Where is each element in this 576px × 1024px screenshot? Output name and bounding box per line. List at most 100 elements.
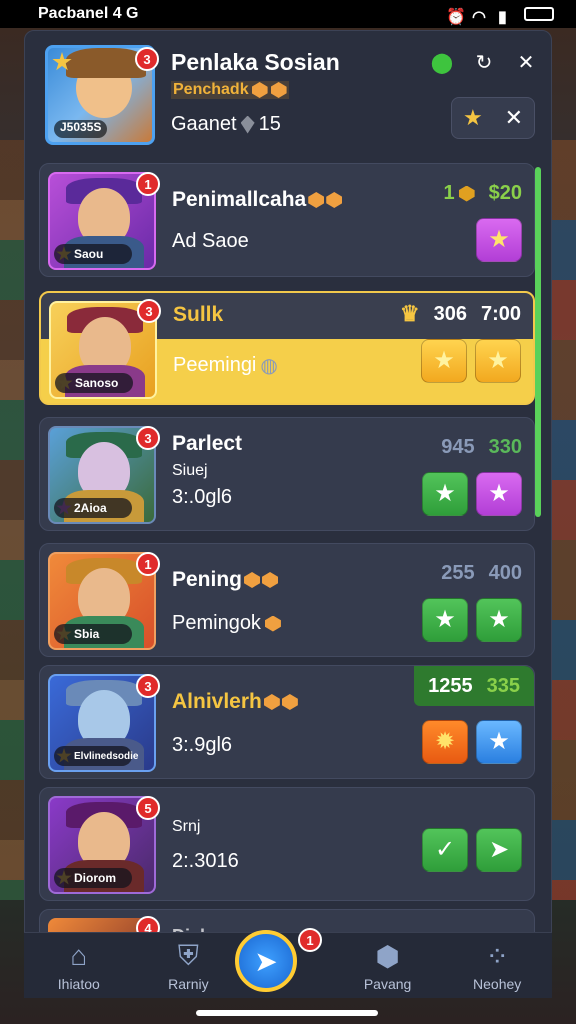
send-button[interactable]: ➤ bbox=[235, 930, 297, 992]
list-item[interactable]: Sbia 1 Pening Pemingok 255 400 ★ ★ bbox=[39, 543, 535, 657]
stat-price: $20 bbox=[488, 182, 522, 204]
medal-icon bbox=[270, 82, 287, 98]
list-item[interactable]: Elvlinedsodie 3 Alnivlerh 3:.9gl6 1255 3… bbox=[39, 665, 535, 779]
medal-icon bbox=[326, 192, 343, 208]
home-indicator[interactable] bbox=[196, 1010, 378, 1016]
send-icon: ➤ bbox=[254, 945, 278, 977]
list-item[interactable]: Saou 1 Penimallcaha Ad Saoe 1 $20 ★ bbox=[39, 163, 535, 277]
profile-rank-label: Penchadk bbox=[173, 81, 249, 98]
player-status: Ad Saoe bbox=[172, 230, 249, 252]
list-item[interactable]: 2Aioa 3 Parlect Siuej 3:.0gl6 945 330 ★ … bbox=[39, 417, 535, 531]
gem-icon bbox=[240, 115, 255, 134]
alarm-icon: ⏰ bbox=[446, 9, 466, 26]
medal-icon bbox=[308, 192, 325, 208]
check-button[interactable]: ✓ bbox=[422, 828, 468, 872]
stat-level: 945 bbox=[441, 436, 475, 458]
player-name-row: Penimallcaha bbox=[172, 188, 343, 212]
timer-icon: ◍ bbox=[260, 355, 278, 377]
medal-icon bbox=[251, 82, 268, 98]
shield-icon: ⛨ bbox=[177, 939, 199, 971]
nav-label: Neohey bbox=[473, 976, 522, 992]
arrow-button[interactable]: ➤ bbox=[476, 828, 522, 872]
player-tag: Sanoso bbox=[55, 373, 133, 393]
notification-badge: 3 bbox=[137, 299, 161, 323]
player-name: Penimallcaha bbox=[172, 188, 307, 211]
player-tag: 2Aioa bbox=[54, 498, 132, 518]
notification-badge: 5 bbox=[136, 796, 160, 820]
player-status: Peemingi bbox=[173, 354, 257, 376]
status-time: Pacbanel 4 G bbox=[38, 5, 139, 22]
dots-icon: ⁘ bbox=[485, 940, 509, 972]
notification-badge: 1 bbox=[136, 552, 160, 576]
notification-badge: 3 bbox=[136, 426, 160, 450]
star-icon: ★ bbox=[462, 105, 483, 130]
notification-badge: 1 bbox=[298, 928, 322, 952]
star-button[interactable]: ★ bbox=[476, 598, 522, 642]
coin-icon bbox=[458, 185, 475, 202]
nav-label: Ihiatoo bbox=[57, 976, 100, 992]
wifi-icon: ◠ bbox=[472, 9, 486, 26]
player-time: 3:.9gl6 bbox=[172, 734, 233, 756]
battery-icon bbox=[524, 7, 554, 21]
star-button[interactable]: ★ bbox=[476, 720, 522, 764]
profile-rank: Penchadk bbox=[171, 81, 289, 99]
nav-family[interactable]: ⛨ Rarniy bbox=[143, 939, 233, 993]
background-scene-right bbox=[548, 140, 576, 900]
avatar-tag: J5035S bbox=[54, 120, 108, 138]
player-status-small: Siuej bbox=[172, 462, 208, 479]
player-tag: Sbia bbox=[54, 624, 132, 644]
nav-playing[interactable]: ⬢ Pavang bbox=[343, 940, 433, 993]
player-status: Pemingok bbox=[172, 612, 261, 634]
player-status-small: Srnj bbox=[172, 818, 201, 835]
player-name-row: Pening bbox=[172, 568, 279, 592]
box-icon: ⬢ bbox=[375, 940, 400, 972]
favorites-pill[interactable]: ★ ✕ bbox=[451, 97, 535, 139]
star-button[interactable]: ★ bbox=[422, 472, 468, 516]
nav-label: Rarniy bbox=[168, 976, 209, 992]
nav-nearby[interactable]: ⁘ Neohey bbox=[452, 940, 542, 993]
notification-badge: 1 bbox=[136, 172, 160, 196]
player-name: Alnivlerh bbox=[172, 690, 262, 713]
star-button[interactable]: ★ bbox=[422, 598, 468, 642]
favorite-button[interactable]: ★ bbox=[476, 218, 522, 262]
stat-level: 1 bbox=[443, 182, 455, 204]
medal-icon bbox=[264, 615, 281, 632]
player-time: 2:.3016 bbox=[172, 850, 239, 872]
notification-badge: 3 bbox=[135, 47, 159, 71]
medal-icon bbox=[281, 694, 298, 710]
green-gem-icon[interactable]: ⬤ bbox=[429, 49, 455, 75]
profile-name: Penlaka Sosian bbox=[171, 49, 340, 75]
medal-icon bbox=[262, 572, 279, 588]
star-button[interactable]: ★ bbox=[421, 339, 467, 383]
crown-icon: ♛ bbox=[399, 301, 420, 326]
stat-level: 255 bbox=[441, 562, 475, 584]
star-button[interactable]: ★ bbox=[475, 339, 521, 383]
player-status-row: Pemingok bbox=[172, 612, 281, 635]
gear-button[interactable]: ✹ bbox=[422, 720, 468, 764]
close-icon[interactable]: ✕ bbox=[505, 105, 523, 131]
stat-price: 7:00 bbox=[480, 302, 521, 325]
nav-home[interactable]: ⌂ Ihiatoo bbox=[34, 940, 124, 992]
player-tag: Saou bbox=[54, 244, 132, 264]
scrollbar[interactable] bbox=[535, 167, 541, 517]
signal-icon: ▮ bbox=[498, 9, 507, 26]
stat-level: 1255 bbox=[428, 674, 473, 697]
home-icon: ⌂ bbox=[70, 940, 88, 971]
close-icon[interactable]: ✕ bbox=[513, 49, 539, 75]
friends-panel: J5035S 3 Penlaka Sosian Penchadk Gaanet … bbox=[24, 30, 552, 998]
stat-price: 335 bbox=[486, 674, 520, 697]
nav-label: Pavang bbox=[363, 976, 412, 992]
player-time: 3:.0gl6 bbox=[172, 486, 233, 508]
player-tag: Elvlinedsodie bbox=[54, 746, 138, 766]
profile-meta: Gaanet 15 bbox=[171, 113, 281, 136]
refresh-icon[interactable]: ↻ bbox=[471, 49, 497, 75]
meta-value: 15 bbox=[258, 113, 281, 135]
list-item-selected[interactable]: Sanoso 3 Sullk Peemingi ◍ ♛ 306 7:00 ★ ★ bbox=[39, 291, 535, 405]
medal-icon bbox=[244, 572, 261, 588]
player-tag: Diorom bbox=[54, 868, 132, 888]
stat-level: 306 bbox=[433, 302, 467, 325]
list-item[interactable]: Diorom 5 Srnj 2:.3016 ✓ ➤ bbox=[39, 787, 535, 901]
medal-icon bbox=[263, 694, 280, 710]
favorite-button[interactable]: ★ bbox=[476, 472, 522, 516]
notification-badge: 3 bbox=[136, 674, 160, 698]
